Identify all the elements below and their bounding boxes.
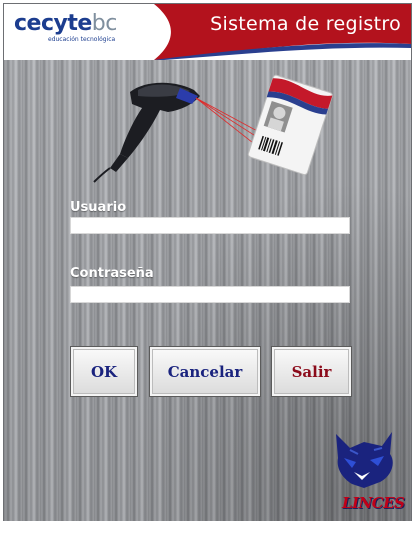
logo-text: cecyte [14,11,92,36]
cancel-button[interactable]: Cancelar [149,346,261,397]
barcode-scanner-icon [93,82,200,183]
lynx-mascot-icon [336,432,393,488]
mascot-wordmark: LINCES [342,494,405,512]
password-label: Contraseña [70,266,154,281]
password-input[interactable] [70,286,350,303]
bottom-bar [0,521,417,534]
logo-suffix: bc [91,11,118,36]
scanner-illustration [93,74,333,183]
window-title: Sistema de registro [210,13,401,35]
ok-button[interactable]: OK [70,346,138,397]
login-window: cecytebc educación tecnológica Sistema d… [4,4,411,521]
username-label: Usuario [70,200,127,215]
username-input[interactable] [70,217,350,234]
id-card-icon [247,74,333,176]
exit-button[interactable]: Salir [271,346,352,397]
cecyte-logo: cecytebc educación tecnológica [14,11,118,44]
logo-tagline: educación tecnológica [48,36,116,43]
header: cecytebc educación tecnológica Sistema d… [4,4,411,60]
